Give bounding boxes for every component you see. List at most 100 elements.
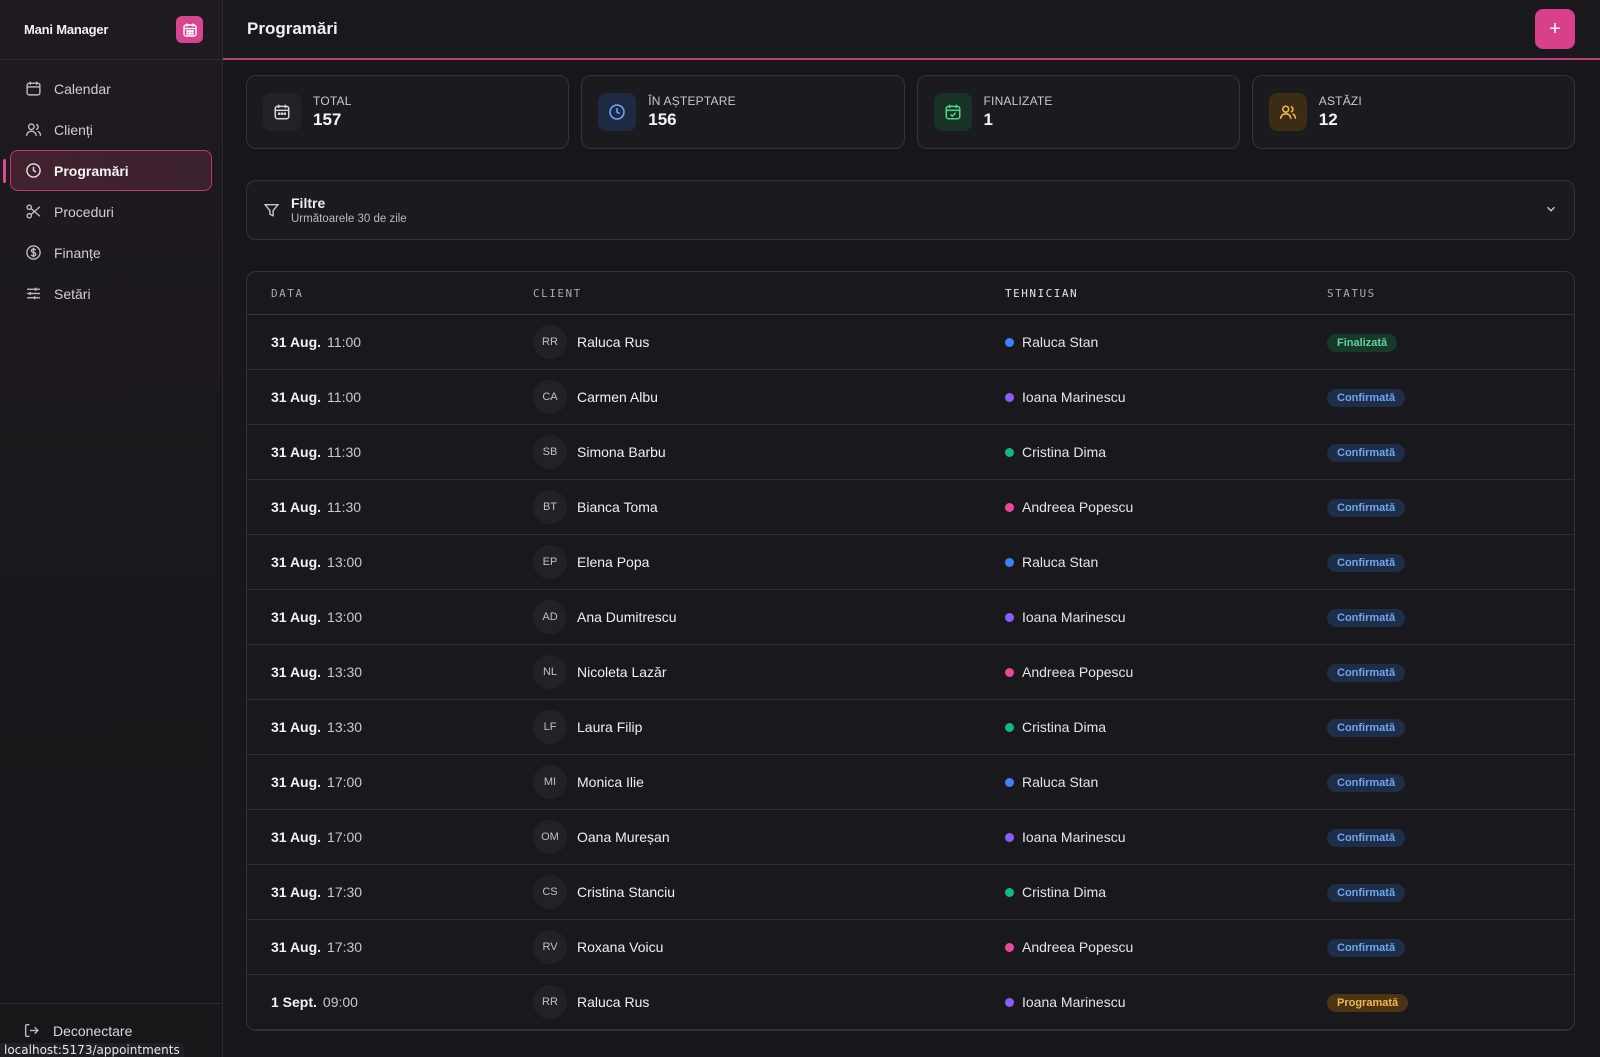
scissors-icon — [24, 203, 42, 221]
technician-name: Ioana Marinescu — [1022, 829, 1126, 845]
column-header-status[interactable]: STATUS — [1327, 287, 1574, 300]
client-name[interactable]: Roxana Voicu — [577, 939, 663, 955]
table-row[interactable]: 31 Aug. 13:30 LF Laura Filip Cristina Dima Co… — [247, 700, 1574, 755]
cell-date: 31 Aug. 11:30 — [247, 499, 533, 515]
table-row[interactable]: 31 Aug. 17:30 RV Roxana Voicu Andreea Popesc… — [247, 920, 1574, 975]
status-badge: Confirmată — [1327, 553, 1406, 572]
column-header-date[interactable]: DATA — [247, 287, 533, 300]
date-day: 31 Aug. — [271, 609, 322, 625]
status-badge: Confirmată — [1327, 498, 1406, 517]
cell-client: NL Nicoleta Lazăr — [533, 655, 1005, 689]
cell-client: AD Ana Dumitrescu — [533, 600, 1005, 634]
cell-client: SB Simona Barbu — [533, 435, 1005, 469]
cell-date: 31 Aug. 11:30 — [247, 444, 533, 460]
date-day: 31 Aug. — [271, 389, 322, 405]
date-day: 31 Aug. — [271, 774, 322, 790]
table-row[interactable]: 31 Aug. 17:30 CS Cristina Stanciu Cristina D… — [247, 865, 1574, 920]
sidebar-item-calendar[interactable]: Calendar — [10, 68, 212, 109]
stat-label: ASTĂZI — [1318, 94, 1362, 108]
client-name[interactable]: Raluca Rus — [577, 334, 649, 350]
filters-panel[interactable]: Filtre Următoarele 30 de zile — [246, 180, 1575, 240]
cell-date: 31 Aug. 11:00 — [247, 334, 533, 350]
technician-name: Ioana Marinescu — [1022, 389, 1126, 405]
sidebar-item-label: Programări — [54, 162, 129, 179]
sidebar-item-finances[interactable]: Finanțe — [10, 232, 212, 273]
status-badge: Confirmată — [1327, 883, 1406, 902]
sidebar: Mani Manager Calendar Clienți Programări… — [0, 0, 223, 1057]
stats-row: TOTAL 157 ÎN AȘTEPTARE 156 FINALIZATE 1 … — [246, 75, 1575, 149]
cell-technician: Ioana Marinescu — [1005, 829, 1327, 845]
table-row[interactable]: 31 Aug. 11:00 CA Carmen Albu Ioana Marinescu… — [247, 370, 1574, 425]
sidebar-item-settings[interactable]: Setări — [10, 273, 212, 314]
table-row[interactable]: 31 Aug. 11:30 BT Bianca Toma Andreea Popescu… — [247, 480, 1574, 535]
technician-color-dot — [1005, 667, 1014, 677]
client-name[interactable]: Raluca Rus — [577, 994, 649, 1010]
brand-header: Mani Manager — [0, 0, 222, 60]
avatar: LF — [533, 710, 567, 744]
add-appointment-button[interactable]: + — [1535, 9, 1575, 49]
date-day: 31 Aug. — [271, 884, 322, 900]
status-url-tooltip: localhost:5173/appointments — [0, 1043, 184, 1057]
client-name[interactable]: Bianca Toma — [577, 499, 658, 515]
client-name[interactable]: Laura Filip — [577, 719, 642, 735]
status-badge: Finalizată — [1327, 333, 1398, 352]
cell-technician: Ioana Marinescu — [1005, 609, 1327, 625]
cell-status: Confirmată — [1327, 773, 1574, 792]
column-header-client[interactable]: CLIENT — [533, 287, 1005, 300]
date-time: 11:00 — [327, 334, 362, 350]
client-name[interactable]: Nicoleta Lazăr — [577, 664, 667, 680]
date-day: 31 Aug. — [271, 664, 322, 680]
sidebar-item-appointments[interactable]: Programări — [3, 150, 212, 191]
cell-date: 31 Aug. 13:30 — [247, 664, 533, 680]
client-name[interactable]: Ana Dumitrescu — [577, 609, 677, 625]
sidebar-item-label: Calendar — [54, 80, 111, 97]
date-day: 31 Aug. — [271, 444, 322, 460]
table-row[interactable]: 1 Sept. 09:00 RR Raluca Rus Ioana Marinescu P… — [247, 975, 1574, 1030]
table-row[interactable]: 31 Aug. 11:00 RR Raluca Rus Raluca Stan Final… — [247, 315, 1574, 370]
sidebar-item-clients[interactable]: Clienți — [10, 109, 212, 150]
column-header-technician[interactable]: TEHNICIAN — [1005, 287, 1327, 300]
sidebar-item-procedures[interactable]: Proceduri — [10, 191, 212, 232]
cell-client: OM Oana Mureșan — [533, 820, 1005, 854]
cell-technician: Raluca Stan — [1005, 334, 1327, 350]
client-name[interactable]: Simona Barbu — [577, 444, 666, 460]
client-name[interactable]: Cristina Stanciu — [577, 884, 675, 900]
top-bar: Programări + — [223, 0, 1600, 60]
technician-name: Ioana Marinescu — [1022, 994, 1126, 1010]
status-badge: Confirmată — [1327, 443, 1406, 462]
stat-value: 157 — [313, 110, 342, 129]
avatar: MI — [533, 765, 567, 799]
date-time: 13:30 — [327, 664, 363, 680]
technician-name: Raluca Stan — [1022, 554, 1099, 570]
technician-color-dot — [1005, 832, 1014, 842]
table-row[interactable]: 31 Aug. 17:00 MI Monica Ilie Raluca Stan Conf… — [247, 755, 1574, 810]
stat-card-pending: ÎN AȘTEPTARE 156 — [581, 75, 905, 149]
logout-label: Deconectare — [53, 1022, 133, 1039]
table-row[interactable]: 31 Aug. 13:00 AD Ana Dumitrescu Ioana Marine… — [247, 590, 1574, 645]
cell-technician: Cristina Dima — [1005, 719, 1327, 735]
status-badge: Confirmată — [1327, 773, 1406, 792]
table-row[interactable]: 31 Aug. 13:30 NL Nicoleta Lazăr Andreea Pope… — [247, 645, 1574, 700]
technician-name: Ioana Marinescu — [1022, 609, 1126, 625]
table-row[interactable]: 31 Aug. 11:30 SB Simona Barbu Cristina Dima C… — [247, 425, 1574, 480]
cell-date: 31 Aug. 13:30 — [247, 719, 533, 735]
client-name[interactable]: Carmen Albu — [577, 389, 658, 405]
client-name[interactable]: Elena Popa — [577, 554, 649, 570]
sliders-icon — [24, 285, 42, 303]
calendar-logo-icon[interactable] — [176, 16, 203, 43]
table-row[interactable]: 31 Aug. 13:00 EP Elena Popa Raluca Stan Confi… — [247, 535, 1574, 590]
cell-technician: Ioana Marinescu — [1005, 994, 1327, 1010]
stat-label: ÎN AȘTEPTARE — [648, 94, 736, 108]
client-name[interactable]: Oana Mureșan — [577, 829, 670, 845]
client-name[interactable]: Monica Ilie — [577, 774, 644, 790]
technician-color-dot — [1005, 887, 1014, 897]
chevron-down-icon[interactable] — [1544, 202, 1558, 221]
date-time: 13:30 — [327, 719, 363, 735]
cell-status: Confirmată — [1327, 663, 1574, 682]
date-day: 31 Aug. — [271, 719, 322, 735]
date-day: 31 Aug. — [271, 554, 322, 570]
logout-icon — [23, 1022, 41, 1040]
date-time: 11:30 — [327, 499, 362, 515]
table-row[interactable]: 31 Aug. 17:00 OM Oana Mureșan Ioana Marinesc… — [247, 810, 1574, 865]
cell-client: LF Laura Filip — [533, 710, 1005, 744]
